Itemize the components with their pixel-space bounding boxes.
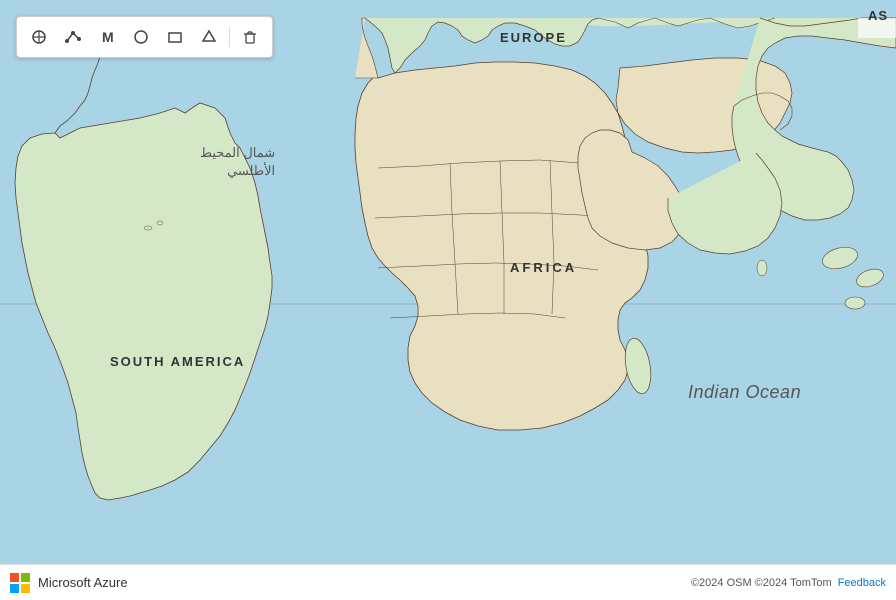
map-svg [0,0,896,600]
copyright-text: ©2024 OSM ©2024 TomTom [691,577,832,589]
azure-logo: Microsoft Azure [10,573,128,593]
select-tool-button[interactable] [23,21,55,53]
arrow-tool-button[interactable] [193,21,225,53]
azure-logo-text: Microsoft Azure [38,575,128,590]
bottom-bar: Microsoft Azure ©2024 OSM ©2024 TomTom F… [0,564,896,600]
continent-label-as: AS [868,8,888,23]
toolbar: M [16,16,273,58]
polyline-tool-button[interactable] [57,21,89,53]
svg-text:M: M [102,29,114,45]
polygon-tool-button[interactable]: M [91,21,123,53]
delete-tool-button[interactable] [234,21,266,53]
map-container[interactable]: AS EUROPE AFRICA SOUTH AMERICA Indian Oc… [0,0,896,600]
rectangle-tool-button[interactable] [159,21,191,53]
microsoft-logo-icon [10,573,30,593]
feedback-link[interactable]: Feedback [838,577,886,589]
toolbar-divider [229,27,230,47]
copyright-section: ©2024 OSM ©2024 TomTom Feedback [691,577,886,589]
circle-tool-button[interactable] [125,21,157,53]
